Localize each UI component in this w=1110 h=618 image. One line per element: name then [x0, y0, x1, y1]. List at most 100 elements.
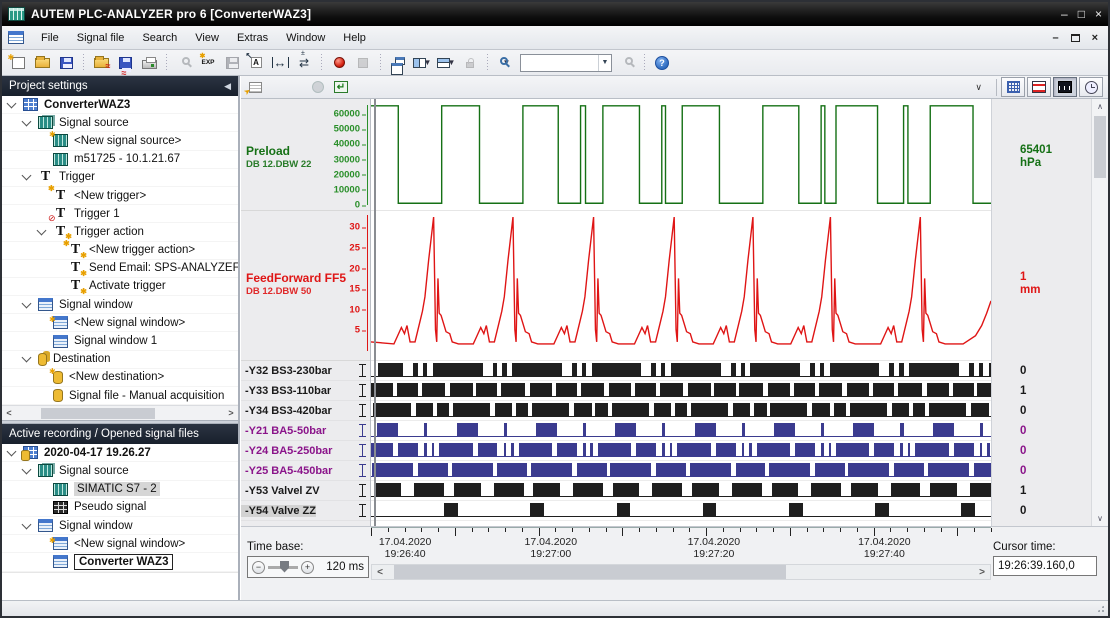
menu-signal-file[interactable]: Signal file	[68, 29, 134, 47]
timebase-decrease-button[interactable]: −	[252, 561, 265, 574]
project-item-trigger-1[interactable]: TTrigger 1	[2, 205, 238, 223]
menu-window[interactable]: Window	[277, 29, 334, 47]
sync-lock-button[interactable]	[459, 53, 481, 73]
digital-plot-row[interactable]	[371, 461, 991, 481]
export-exp-button[interactable]: EXP	[197, 53, 219, 73]
save-signal-file-button[interactable]	[114, 53, 136, 73]
scroll-left-icon[interactable]: <	[372, 567, 388, 578]
recording-item-signal-source[interactable]: Signal source	[2, 462, 238, 480]
search-input[interactable]	[521, 56, 598, 70]
project-item-new-trigger-action[interactable]: T<New trigger action>	[2, 242, 238, 260]
split-rows-button[interactable]: ▼	[435, 53, 457, 73]
recording-item-2020-04-17-19-26-27[interactable]: 2020-04-17 19.26.27	[2, 444, 238, 462]
project-item-destination[interactable]: Destination	[2, 351, 238, 369]
digital-plot-row[interactable]	[371, 361, 991, 381]
digital-signal-label[interactable]: -Y34 BS3-420bar	[241, 401, 370, 421]
search-dropdown-icon[interactable]: ▼	[598, 55, 611, 71]
analog-plot[interactable]	[371, 99, 991, 211]
project-item-new-signal-window[interactable]: <New signal window>	[2, 314, 238, 332]
timebase-increase-button[interactable]: +	[301, 561, 314, 574]
record-button[interactable]	[328, 53, 350, 73]
recording-item-new-signal-window[interactable]: <New signal window>	[2, 535, 238, 553]
signal-plot-area[interactable]	[371, 99, 991, 526]
recording-item-converter-waz3[interactable]: Converter WAZ3	[2, 553, 238, 571]
recording-item-pseudo-signal[interactable]: Pseudo signal	[2, 499, 238, 517]
timebase-slider[interactable]	[268, 566, 298, 569]
analog-signal-label[interactable]: FeedForward FF5DB 12.DBW 5030252015105	[241, 211, 370, 361]
digital-plot-row[interactable]	[371, 481, 991, 501]
fit-width-button[interactable]: ↔	[269, 53, 291, 73]
open-signal-file-button[interactable]	[90, 53, 112, 73]
timebase-slider-thumb[interactable]	[280, 561, 289, 573]
menu-extras[interactable]: Extras	[228, 29, 277, 47]
menu-help[interactable]: Help	[334, 29, 375, 47]
scroll-right-icon[interactable]: >	[974, 567, 990, 578]
digital-signal-label[interactable]: -Y33 BS3-110bar	[241, 381, 370, 401]
scroll-left-icon[interactable]: <	[2, 408, 16, 418]
digital-signal-label[interactable]: -Y54 Valve ZZ	[241, 501, 370, 521]
project-item-signal-file-manual-acquisition[interactable]: Signal file - Manual acquisition	[2, 387, 238, 405]
resize-grip[interactable]	[1096, 604, 1105, 613]
digital-plot-row[interactable]	[371, 381, 991, 401]
project-item-activate-trigger[interactable]: TActivate trigger	[2, 278, 238, 296]
analog-plot[interactable]	[371, 211, 991, 361]
zoom-button[interactable]	[173, 53, 195, 73]
signal-properties-button[interactable]	[244, 78, 266, 97]
open-project-button[interactable]	[31, 53, 53, 73]
hscrollbar-thumb[interactable]	[394, 565, 787, 579]
save-project-button[interactable]	[55, 53, 77, 73]
project-item-signal-source[interactable]: Signal source	[2, 114, 238, 132]
document-window-icon[interactable]	[8, 31, 24, 44]
chevron-down-icon[interactable]	[7, 446, 17, 456]
project-item-trigger-action[interactable]: TTrigger action	[2, 223, 238, 241]
horizontal-scrollbar[interactable]: < >	[371, 564, 991, 580]
maximize-button[interactable]: □	[1078, 7, 1085, 21]
chevron-down-icon[interactable]	[7, 98, 17, 108]
chevron-down-icon[interactable]	[22, 171, 32, 181]
menu-view[interactable]: View	[186, 29, 228, 47]
chevron-down-icon[interactable]	[37, 225, 47, 235]
split-columns-button[interactable]: ▼	[411, 53, 433, 73]
view-digital-button[interactable]	[1053, 77, 1077, 97]
scrollbar-thumb[interactable]	[41, 408, 155, 419]
cursor-time-field[interactable]: 19:26:39.160,0	[993, 556, 1097, 576]
project-item-send-email-sps-analyzef[interactable]: TSend Email: SPS-ANALYZEF	[2, 260, 238, 278]
digital-plot-row[interactable]	[371, 501, 991, 521]
project-item-trigger[interactable]: TTrigger	[2, 169, 238, 187]
stop-button[interactable]	[352, 53, 374, 73]
view-time-button[interactable]	[1079, 77, 1103, 97]
collapse-panel-icon[interactable]: ◀	[224, 81, 231, 92]
playback-button[interactable]	[307, 78, 329, 97]
recording-item-signal-window[interactable]: Signal window	[2, 517, 238, 535]
annotate-text-button[interactable]: A	[245, 53, 267, 73]
menu-file[interactable]: File	[32, 29, 68, 47]
chevron-down-icon[interactable]	[22, 519, 32, 529]
project-item-signal-window-1[interactable]: Signal window 1	[2, 332, 238, 350]
project-item-new-signal-source[interactable]: <New signal source>	[2, 132, 238, 150]
recording-item-simatic-s7-2[interactable]: SIMATIC S7 - 2	[2, 481, 238, 499]
digital-plot-row[interactable]	[371, 441, 991, 461]
project-item-converterwaz3[interactable]: ConverterWAZ3	[2, 96, 238, 114]
digital-signal-label[interactable]: -Y32 BS3-230bar	[241, 361, 370, 381]
time-cursor-line[interactable]	[374, 99, 376, 526]
chevron-down-icon[interactable]	[22, 353, 32, 363]
project-item-m51725-10-1-21-67[interactable]: m51725 - 10.1.21.67	[2, 151, 238, 169]
scroll-down-icon[interactable]: ∨	[1097, 511, 1103, 526]
digital-signal-label[interactable]: -Y25 BA5-450bar	[241, 461, 370, 481]
chevron-down-icon[interactable]	[22, 465, 32, 475]
view-analog-button[interactable]	[1027, 77, 1051, 97]
scroll-up-icon[interactable]: ∧	[1097, 99, 1103, 114]
digital-signal-label[interactable]: -Y53 Valvel ZV	[241, 481, 370, 501]
apply-button[interactable]: ↵	[330, 78, 352, 97]
mdi-restore-button[interactable]	[1071, 34, 1080, 42]
digital-plot-row[interactable]	[371, 401, 991, 421]
analog-signal-label[interactable]: PreloadDB 12.DBW 22600005000040000300002…	[241, 99, 370, 211]
signal-select-dropdown[interactable]: ∨	[965, 82, 992, 93]
help-button[interactable]: ?	[651, 53, 673, 73]
view-grid-button[interactable]	[1001, 77, 1025, 97]
project-item-new-destination[interactable]: <New destination>	[2, 369, 238, 387]
close-button[interactable]: ×	[1095, 7, 1102, 21]
vertical-scrollbar[interactable]: ∧ ∨	[1091, 99, 1108, 526]
print-button[interactable]	[138, 53, 160, 73]
find-next-button[interactable]	[616, 53, 638, 73]
